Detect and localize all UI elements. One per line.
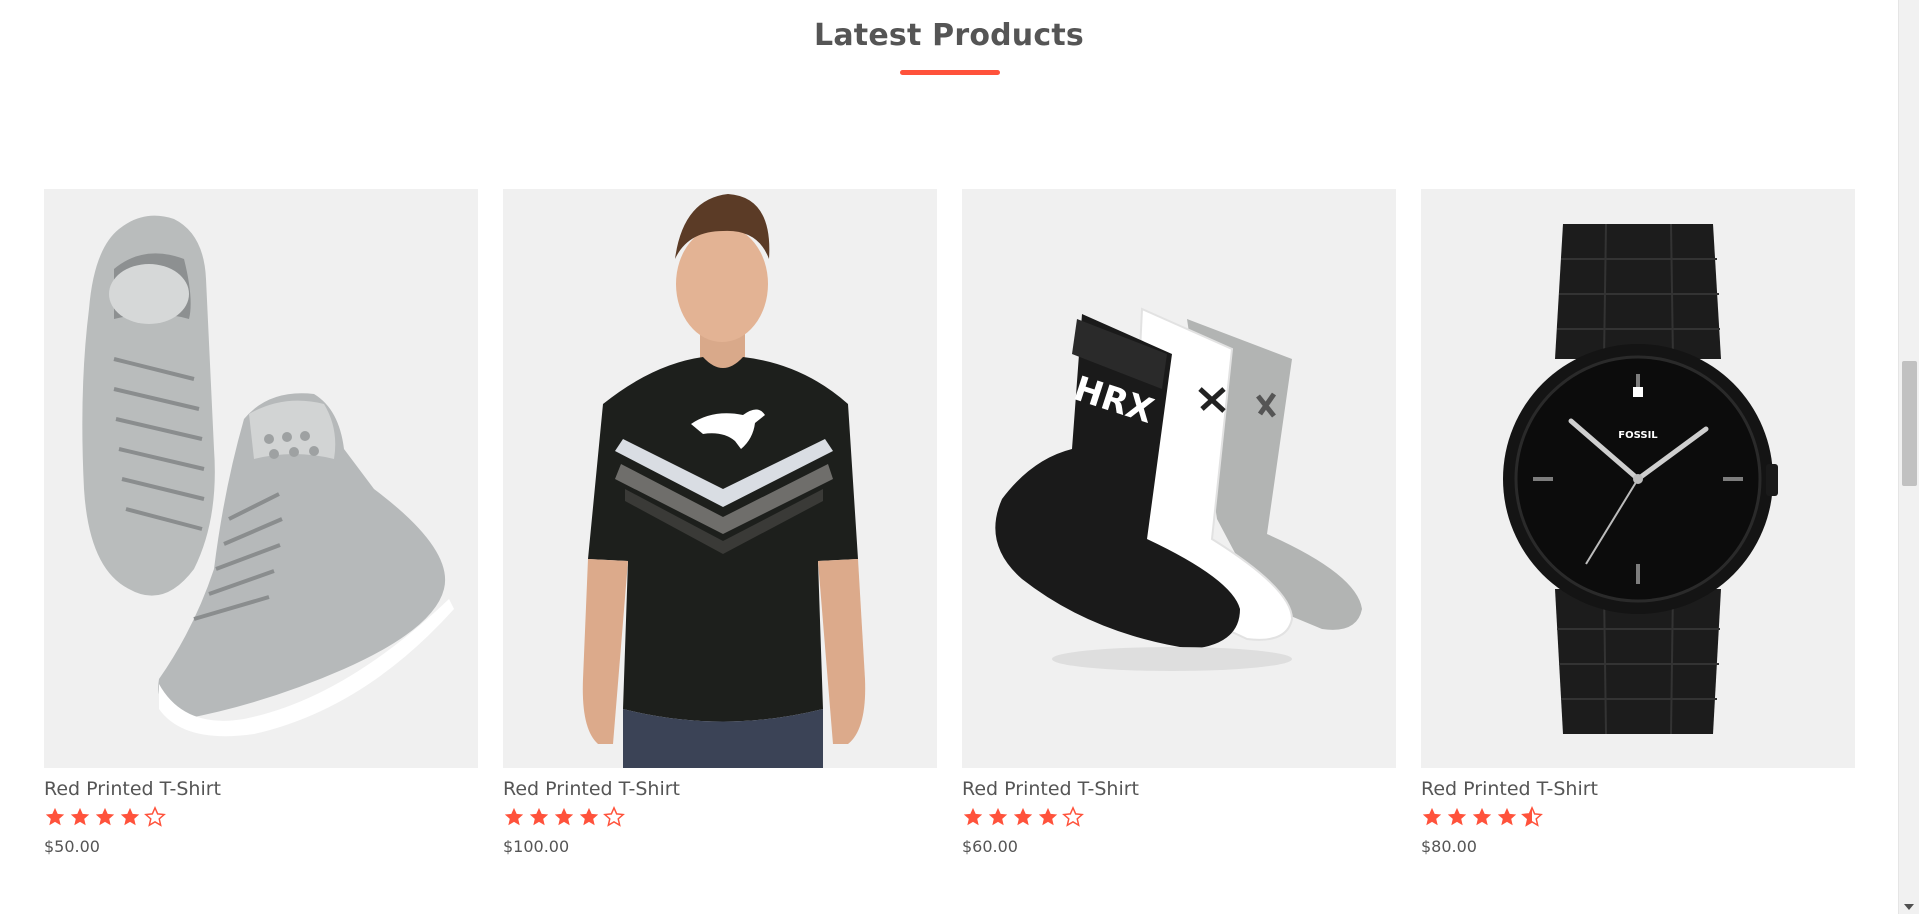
tshirt-model-image	[503, 189, 937, 768]
star-outline-icon	[1062, 806, 1084, 827]
star-icon	[45, 807, 65, 826]
star-icon	[504, 807, 524, 826]
product-card[interactable]: HRX Red Printed T-Shirt $60.00	[962, 189, 1396, 869]
product-name[interactable]: Red Printed T-Shirt	[503, 778, 680, 800]
sneakers-image	[44, 189, 478, 768]
star-icon	[579, 807, 599, 826]
socks-image: HRX	[962, 189, 1396, 768]
star-icon	[1472, 807, 1492, 826]
product-rating	[962, 806, 1084, 830]
product-image-socks[interactable]: HRX	[962, 189, 1396, 768]
star-outline-icon	[603, 806, 625, 827]
title-underline	[900, 70, 1000, 75]
product-name[interactable]: Red Printed T-Shirt	[44, 778, 221, 800]
star-icon	[554, 807, 574, 826]
section-title: Latest Products	[814, 18, 1084, 53]
star-icon	[1038, 807, 1058, 826]
star-icon	[1422, 807, 1442, 826]
star-icon	[988, 807, 1008, 826]
scroll-down-arrow-icon[interactable]	[1904, 904, 1914, 910]
page: Latest Products Red Printed T-Shirt $50.…	[0, 0, 1919, 914]
star-icon	[963, 807, 983, 826]
star-icon	[120, 807, 140, 826]
watch-brand-text: FOSSIL	[1618, 430, 1658, 441]
product-image-tshirt[interactable]	[503, 189, 937, 768]
product-rating	[1421, 806, 1543, 830]
latest-products-section: Latest Products Red Printed T-Shirt $50.…	[0, 0, 1898, 914]
product-rating	[44, 806, 166, 830]
product-price: $80.00	[1421, 837, 1477, 856]
product-grid: Red Printed T-Shirt $50.00 Red Printed T…	[44, 189, 1855, 869]
star-outline-icon	[144, 806, 166, 827]
star-icon	[1497, 807, 1517, 826]
product-price: $60.00	[962, 837, 1018, 856]
product-name[interactable]: Red Printed T-Shirt	[1421, 778, 1598, 800]
product-card[interactable]: Red Printed T-Shirt $50.00	[44, 189, 478, 869]
star-half-icon	[1521, 806, 1543, 827]
product-card[interactable]: FOSSIL Red Printed T-Shirt $80.00	[1421, 189, 1855, 869]
product-price: $50.00	[44, 837, 100, 856]
star-icon	[95, 807, 115, 826]
star-icon	[529, 807, 549, 826]
watch-image: FOSSIL	[1421, 189, 1855, 768]
product-name[interactable]: Red Printed T-Shirt	[962, 778, 1139, 800]
star-icon	[70, 807, 90, 826]
star-icon	[1447, 807, 1467, 826]
product-price: $100.00	[503, 837, 570, 856]
product-card[interactable]: Red Printed T-Shirt $100.00	[503, 189, 937, 869]
star-icon	[1013, 807, 1033, 826]
page-scrollbar[interactable]	[1898, 0, 1919, 914]
scroll-thumb[interactable]	[1902, 361, 1917, 486]
product-image-watch[interactable]: FOSSIL	[1421, 189, 1855, 768]
product-image-sneakers[interactable]	[44, 189, 478, 768]
product-rating	[503, 806, 625, 830]
